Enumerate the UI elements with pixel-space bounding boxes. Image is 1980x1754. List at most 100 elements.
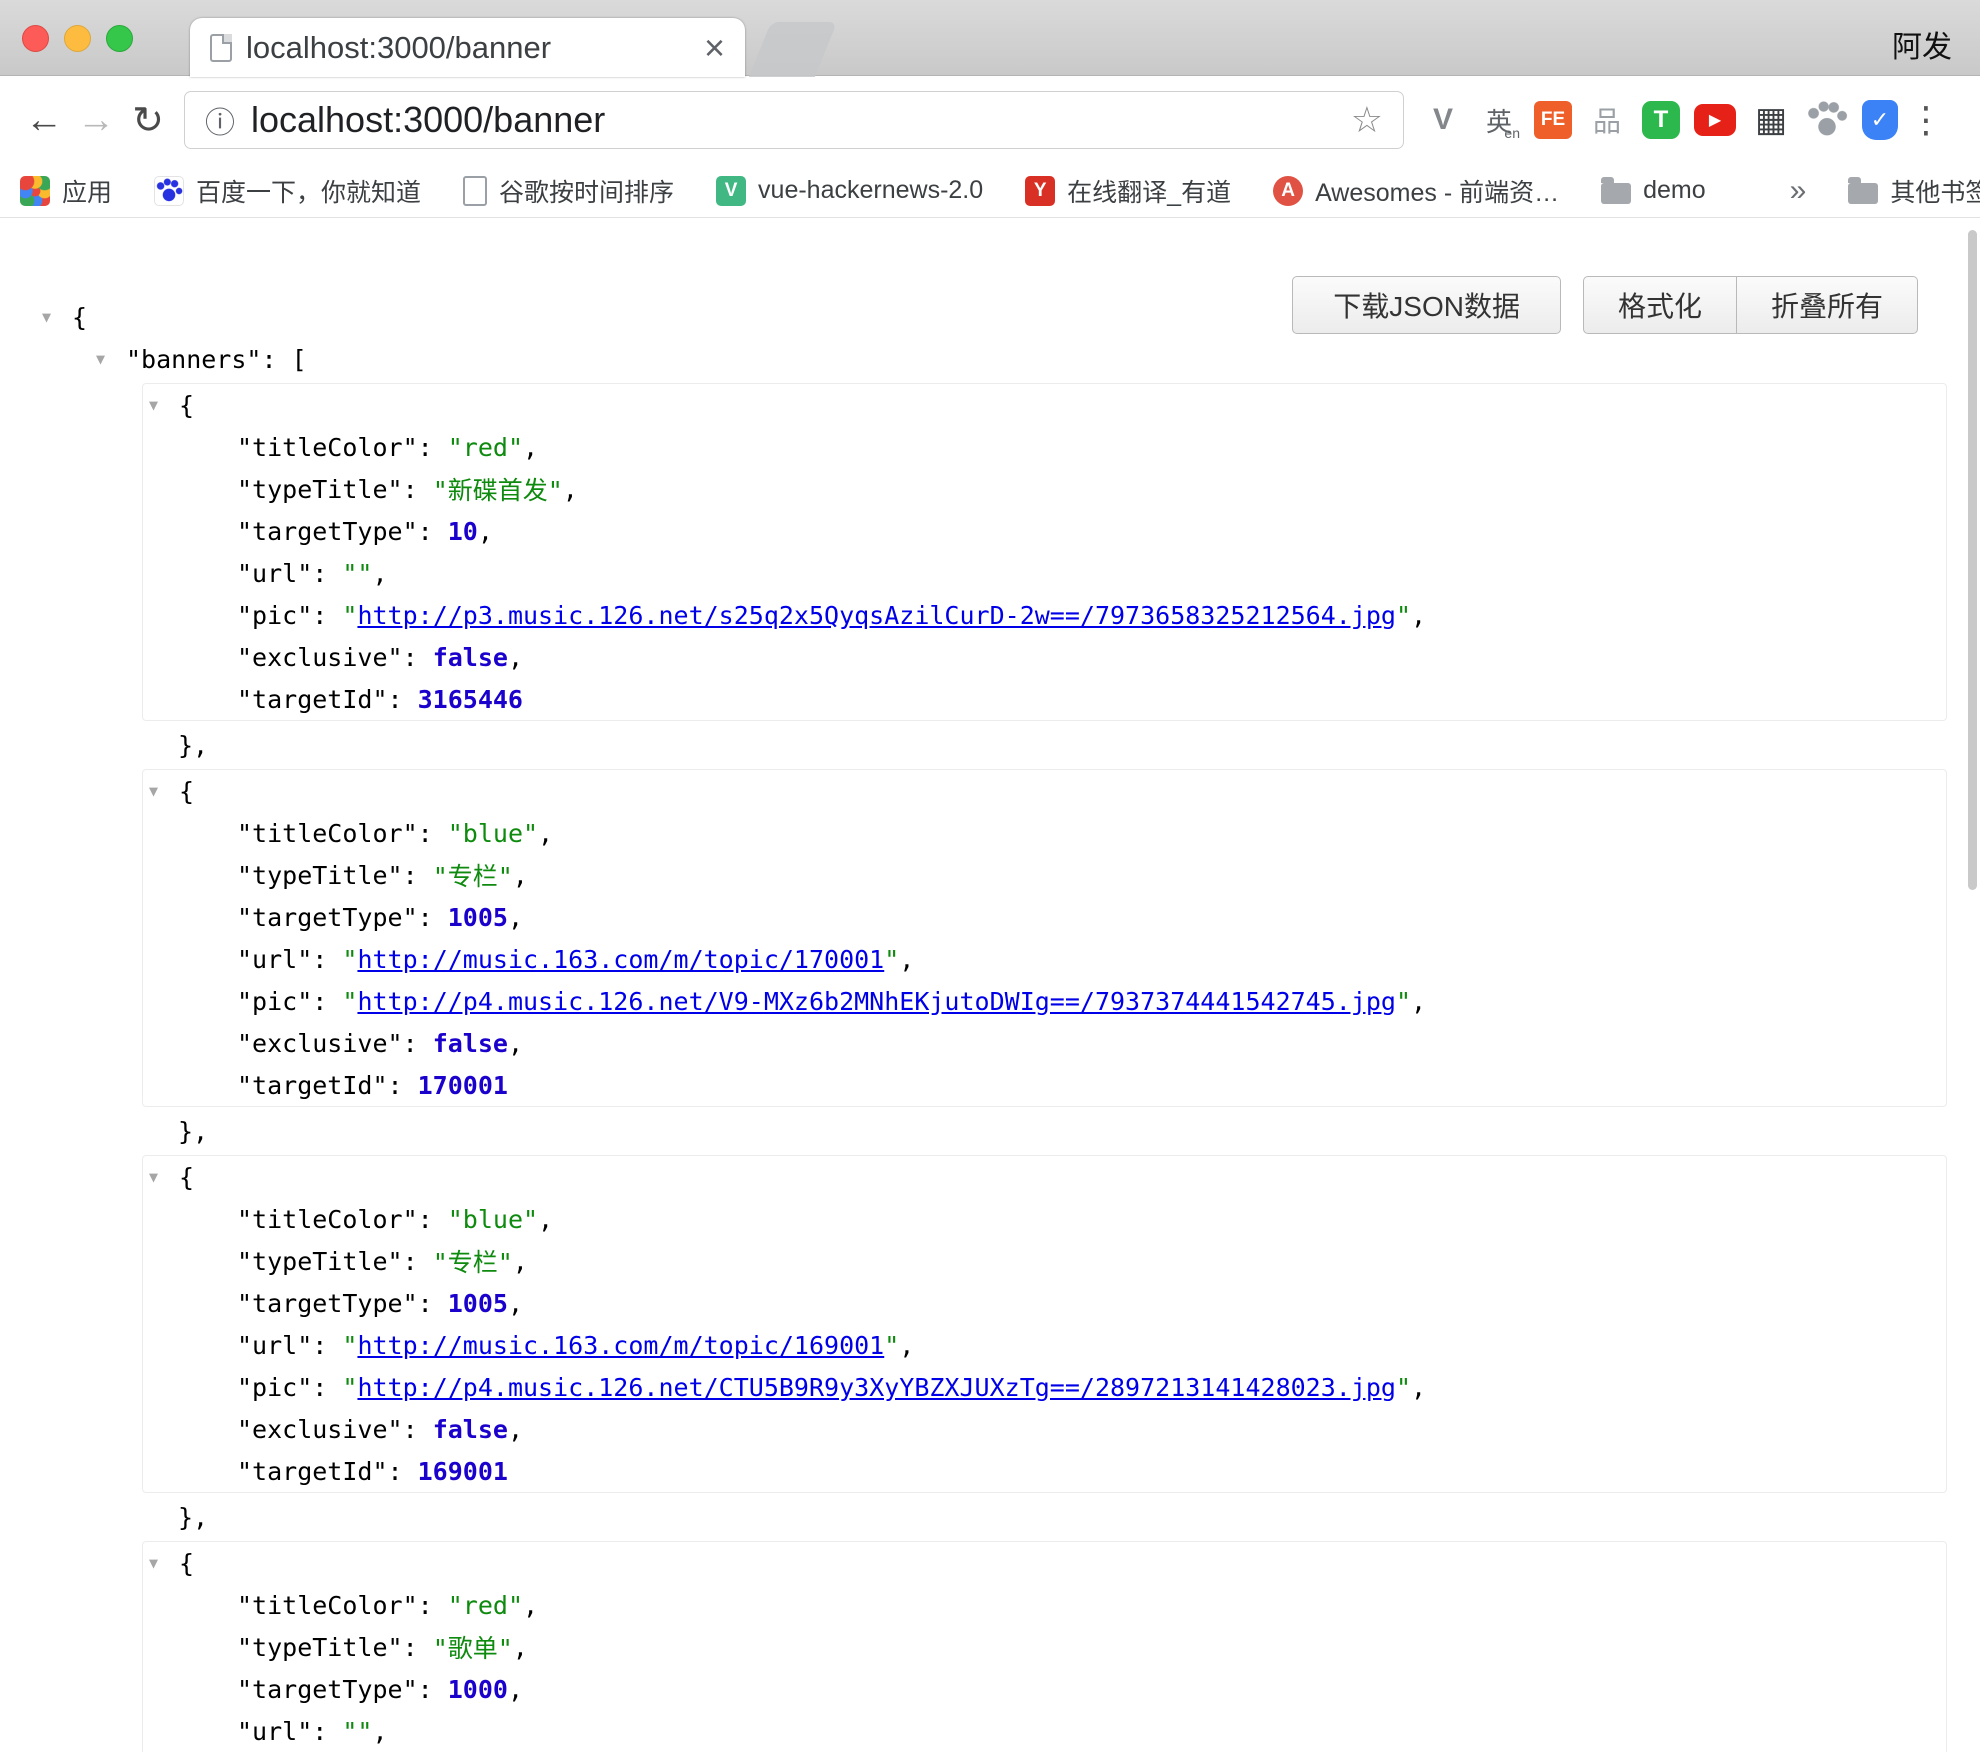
forward-icon[interactable]: →	[70, 99, 122, 142]
json-property: "typeTitle": "歌单",	[143, 1626, 1946, 1668]
json-key: "pic"	[237, 601, 312, 630]
json-punctuation: },	[178, 1117, 208, 1146]
org-chart-icon[interactable]: 品	[1586, 99, 1628, 141]
browser-tab[interactable]: localhost:3000/banner ×	[190, 18, 745, 77]
bookmark-star-icon[interactable]: ☆	[1351, 99, 1383, 141]
url-text[interactable]: localhost:3000/banner	[251, 99, 605, 141]
disclosure-triangle-icon[interactable]: ▼	[143, 782, 179, 800]
json-punctuation: {	[179, 777, 194, 806]
youtube-icon[interactable]: ▶	[1694, 104, 1736, 136]
json-punctuation: :	[388, 685, 418, 714]
json-punctuation: :	[312, 945, 342, 974]
json-punctuation: ,	[1411, 987, 1426, 1016]
bookmark-item[interactable]: demo	[1601, 176, 1706, 205]
json-punctuation: :	[418, 1675, 448, 1704]
traffic-lights	[22, 25, 133, 52]
paw-icon[interactable]	[1806, 99, 1848, 141]
other-bookmarks-label: 其他书签	[1890, 173, 1980, 209]
close-window-button[interactable]	[22, 25, 49, 52]
json-punctuation: : [	[261, 345, 306, 374]
json-key: "titleColor"	[237, 819, 418, 848]
disclosure-triangle-icon[interactable]: ▼	[143, 1554, 179, 1572]
bookmark-item[interactable]: AAwesomes - 前端资…	[1273, 173, 1559, 209]
bookmark-item[interactable]: 百度一下，你就知道	[154, 173, 421, 209]
json-punctuation: {	[72, 303, 87, 332]
json-string: "	[342, 945, 357, 974]
folder-icon	[1848, 183, 1878, 204]
json-punctuation: {	[179, 391, 194, 420]
json-link[interactable]: http://music.163.com/m/topic/170001	[357, 945, 884, 974]
security-shield-icon[interactable]: ✓	[1862, 100, 1898, 140]
json-string: "	[1396, 987, 1411, 1016]
bookmarks-overflow-icon[interactable]: »	[1790, 174, 1807, 208]
fe-extension-icon[interactable]: FE	[1534, 101, 1572, 139]
json-property: "targetType": 1005,	[143, 1282, 1946, 1324]
json-line: ▼{	[143, 1542, 1946, 1584]
json-punctuation: ,	[563, 475, 578, 504]
json-punctuation: ,	[523, 1591, 538, 1620]
minimize-window-button[interactable]	[64, 25, 91, 52]
other-bookmarks-folder[interactable]: 其他书签	[1848, 173, 1980, 209]
json-key: "targetType"	[237, 517, 418, 546]
json-punctuation: :	[418, 1591, 448, 1620]
json-link[interactable]: http://music.163.com/m/topic/169001	[357, 1331, 884, 1360]
json-punctuation: :	[403, 1247, 433, 1276]
browser-menu-icon[interactable]: ⋮	[1908, 99, 1944, 141]
bookmark-item[interactable]: 应用	[20, 173, 112, 209]
json-punctuation: :	[403, 1029, 433, 1058]
disclosure-triangle-icon[interactable]: ▼	[36, 308, 72, 326]
json-property: "titleColor": "blue",	[143, 812, 1946, 854]
bookmark-label: 在线翻译_有道	[1067, 173, 1231, 209]
json-key: "titleColor"	[237, 433, 418, 462]
translate-icon[interactable]: 英en	[1478, 99, 1520, 141]
bookmark-label: 谷歌按时间排序	[499, 173, 674, 209]
json-punctuation: :	[418, 1205, 448, 1234]
format-button[interactable]: 格式化	[1583, 276, 1737, 334]
disclosure-triangle-icon[interactable]: ▼	[143, 396, 179, 414]
zoom-window-button[interactable]	[106, 25, 133, 52]
bookmark-item[interactable]: Vvue-hackernews-2.0	[716, 176, 983, 206]
json-key: "typeTitle"	[237, 475, 403, 504]
download-json-button[interactable]: 下载JSON数据	[1292, 276, 1561, 334]
disclosure-triangle-icon[interactable]: ▼	[90, 350, 126, 368]
json-property: "typeTitle": "专栏",	[143, 854, 1946, 896]
json-property: "url": "http://music.163.com/m/topic/170…	[143, 938, 1946, 980]
folder-icon	[1601, 183, 1631, 204]
json-string: "	[884, 945, 899, 974]
json-string: "red"	[448, 433, 523, 462]
json-controls: 下载JSON数据 格式化 折叠所有	[1292, 276, 1918, 334]
json-property: "url": "",	[143, 552, 1946, 594]
json-number: 170001	[418, 1071, 508, 1100]
json-string: "专栏"	[433, 857, 513, 893]
vimium-icon[interactable]: V	[1422, 99, 1464, 141]
json-link[interactable]: http://p3.music.126.net/s25q2x5QyqsAzilC…	[357, 601, 1396, 630]
json-property: "exclusive": false,	[143, 1022, 1946, 1064]
address-bar[interactable]: ⓘ localhost:3000/banner ☆	[184, 91, 1404, 149]
qr-code-icon[interactable]: ▦	[1750, 99, 1792, 141]
json-link[interactable]: http://p4.music.126.net/CTU5B9R9y3XyYBZX…	[357, 1373, 1396, 1402]
json-line: ▼},	[142, 1496, 1980, 1538]
site-info-icon[interactable]: ⓘ	[205, 98, 235, 142]
new-tab-button[interactable]	[749, 22, 837, 77]
json-punctuation: ,	[478, 517, 493, 546]
disclosure-triangle-icon[interactable]: ▼	[143, 1168, 179, 1186]
json-link[interactable]: http://p4.music.126.net/V9-MXz6b2MNhEKju…	[357, 987, 1396, 1016]
reload-icon[interactable]: ↻	[122, 98, 174, 143]
json-string: "	[342, 1331, 357, 1360]
tab-close-icon[interactable]: ×	[704, 30, 725, 66]
json-punctuation: ,	[1411, 1373, 1426, 1402]
scrollbar[interactable]	[1968, 230, 1977, 890]
json-punctuation: :	[418, 1289, 448, 1318]
json-punctuation: :	[312, 1373, 342, 1402]
json-key: "titleColor"	[237, 1591, 418, 1620]
bookmark-item[interactable]: 谷歌按时间排序	[463, 173, 674, 209]
collapse-all-button[interactable]: 折叠所有	[1737, 276, 1918, 334]
json-number: 10	[448, 517, 478, 546]
extensions-row: V 英en FE 品T ▶ ▦ ✓	[1422, 99, 1898, 141]
green-shield-icon[interactable]: T	[1642, 101, 1680, 139]
json-string: "	[1396, 601, 1411, 630]
json-property: "titleColor": "red",	[143, 1584, 1946, 1626]
json-punctuation: ,	[508, 1415, 523, 1444]
bookmark-item[interactable]: Y在线翻译_有道	[1025, 173, 1231, 209]
back-icon[interactable]: ←	[18, 99, 70, 142]
